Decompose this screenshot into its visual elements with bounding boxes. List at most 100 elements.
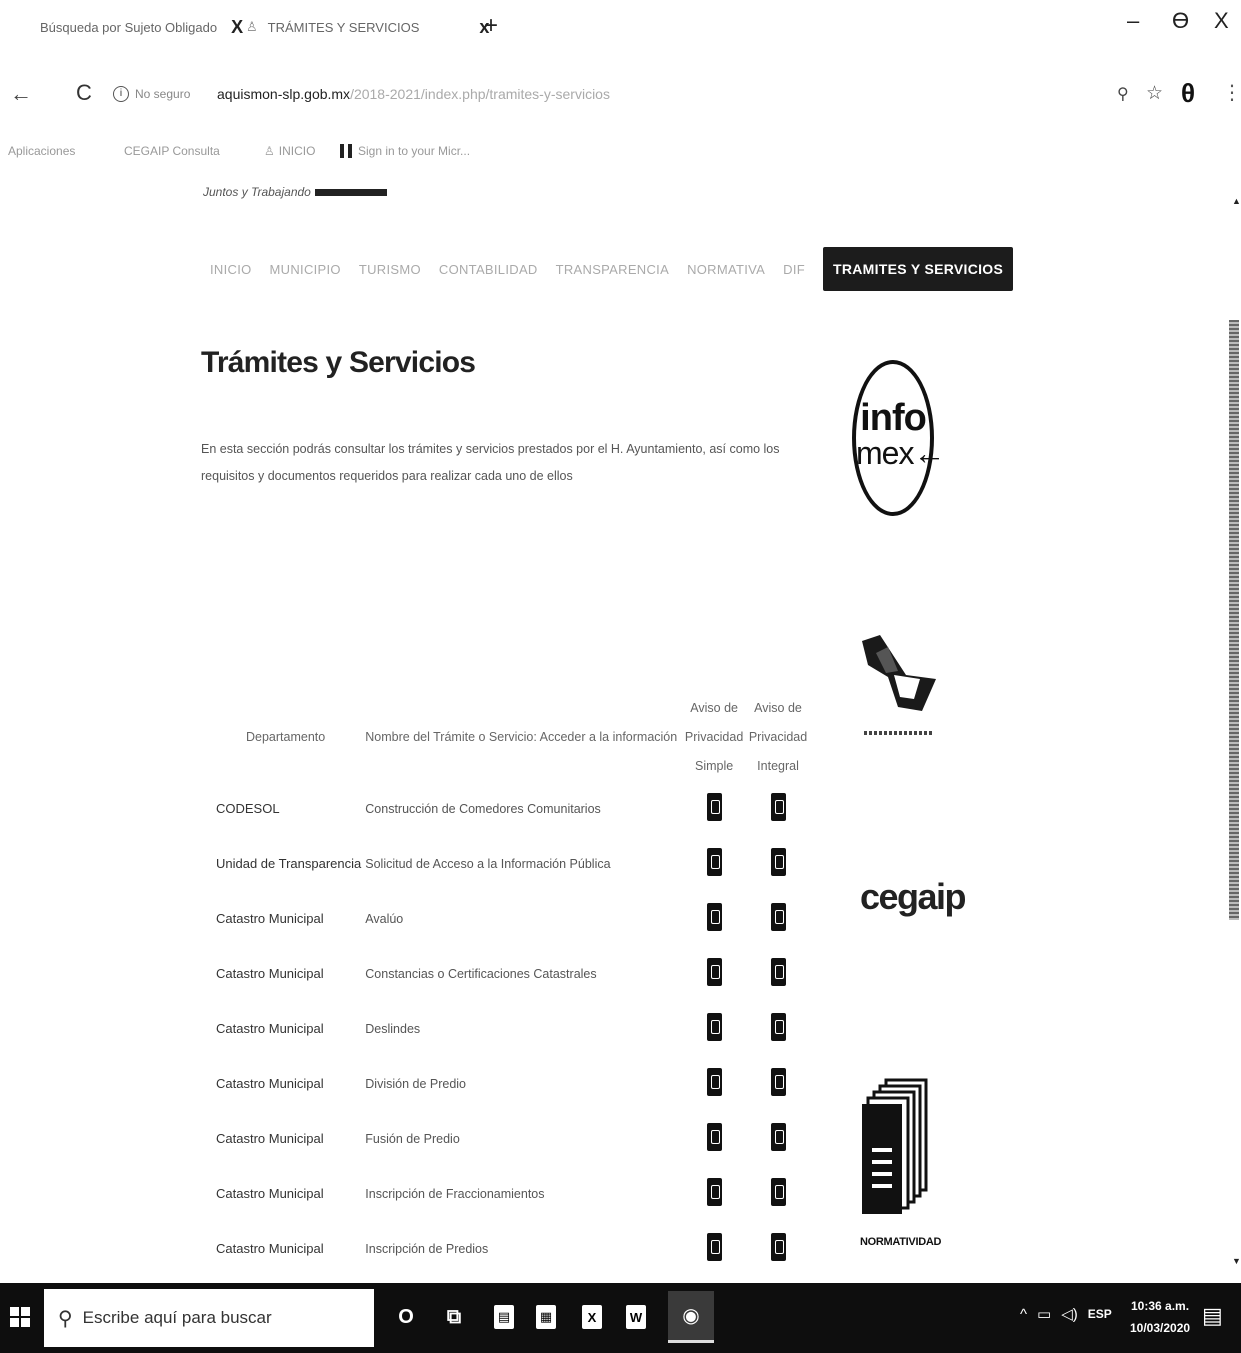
tray-chevron-icon[interactable]: ^: [1020, 1306, 1027, 1323]
cell-tramite-link[interactable]: Construcción de Comedores Comunitarios: [361, 781, 682, 836]
chrome-icon[interactable]: ◉: [668, 1291, 714, 1343]
cell-tramite-link[interactable]: Avalúo: [361, 891, 682, 946]
pdf-document-icon[interactable]: [706, 1013, 722, 1041]
cortana-icon[interactable]: O: [392, 1303, 420, 1331]
pdf-document-icon[interactable]: [770, 1123, 786, 1151]
nav-item-municipio[interactable]: MUNICIPIO: [270, 262, 341, 277]
cegaip-logo[interactable]: cegaip: [860, 876, 967, 918]
header-name: Nombre del Trámite o Servicio: Acceder a…: [365, 730, 678, 744]
table-row: Catastro Municipal Inscripción de Predios: [210, 1221, 810, 1276]
pdf-document-icon[interactable]: [706, 793, 722, 821]
cell-department: Unidad de Transparencia: [216, 856, 362, 871]
windows-start-icon[interactable]: [10, 1307, 30, 1327]
pdf-document-icon[interactable]: [770, 1178, 786, 1206]
file-explorer-icon[interactable]: ▤: [490, 1303, 518, 1331]
tile: ▦: [536, 1305, 556, 1329]
url-field[interactable]: aquismon-slp.gob.mx/2018-2021/index.php/…: [217, 86, 610, 102]
bookmark-apps[interactable]: Aplicaciones: [8, 144, 75, 158]
reload-icon[interactable]: C: [76, 80, 92, 106]
tab-busqueda[interactable]: Búsqueda por Sujeto Obligado X: [40, 14, 245, 40]
network-icon[interactable]: ▭: [1037, 1305, 1051, 1323]
cell-tramite-link[interactable]: Inscripción de Predios: [361, 1221, 682, 1276]
normatividad-label: NORMATIVIDAD: [860, 1236, 942, 1248]
zoom-icon[interactable]: ⚲: [1117, 84, 1129, 104]
star-icon[interactable]: ☆: [1146, 82, 1163, 105]
bookmark-microsoft[interactable]: Sign in to your Micr...: [340, 144, 470, 158]
pdf-document-icon[interactable]: [770, 848, 786, 876]
nav-item-turismo[interactable]: TURISMO: [359, 262, 421, 277]
pdf-document-icon[interactable]: [706, 1233, 722, 1261]
profile-icon[interactable]: θ: [1181, 78, 1195, 109]
pdf-document-icon[interactable]: [770, 1013, 786, 1041]
excel-icon[interactable]: X: [578, 1303, 606, 1331]
bookmark-inicio[interactable]: ♙ INICIO: [264, 144, 315, 158]
nav-item-dif[interactable]: DIF: [783, 262, 805, 277]
maximize-button[interactable]: Ɵ: [1172, 8, 1189, 34]
cell-aviso-simple: [682, 781, 746, 836]
bookmark-cegaip[interactable]: CEGAIP Consulta: [124, 144, 220, 158]
scroll-down-arrow-icon[interactable]: ▼: [1232, 1256, 1241, 1266]
site-logo[interactable]: Juntos y Trabajando: [203, 185, 387, 199]
cell-department: Catastro Municipal: [216, 1076, 324, 1091]
nav-item-normativa[interactable]: NORMATIVA: [687, 262, 765, 277]
pdf-document-icon[interactable]: [706, 1068, 722, 1096]
cell-department: Catastro Municipal: [216, 1021, 324, 1036]
scrollbar-thumb[interactable]: [1229, 320, 1239, 920]
pdf-document-icon[interactable]: [706, 958, 722, 986]
cell-tramite-link[interactable]: Deslindes: [361, 1001, 682, 1056]
pdf-document-icon[interactable]: [706, 1123, 722, 1151]
calculator-icon[interactable]: ▦: [532, 1303, 560, 1331]
normatividad-logo[interactable]: NORMATIVIDAD: [858, 1078, 948, 1258]
new-tab-button[interactable]: +: [484, 12, 498, 40]
clock-time: 10:36 a.m.: [1131, 1299, 1190, 1313]
close-tab-icon[interactable]: X: [231, 17, 243, 38]
volume-icon[interactable]: ◁): [1061, 1305, 1078, 1323]
language-indicator[interactable]: ESP: [1088, 1307, 1112, 1321]
back-arrow-icon[interactable]: ←: [10, 81, 32, 107]
transparencia-logo[interactable]: [858, 635, 942, 745]
taskbar-search-box[interactable]: ⚲ Escribe aquí para buscar: [44, 1289, 374, 1347]
cell-aviso-integral: [746, 836, 810, 891]
cell-aviso-simple: [682, 836, 746, 891]
nav-item-inicio[interactable]: INICIO: [210, 262, 252, 277]
nav-item-contabilidad[interactable]: CONTABILIDAD: [439, 262, 538, 277]
pdf-document-icon[interactable]: [770, 1068, 786, 1096]
tab-tramites[interactable]: ♙ TRÁMITES Y SERVICIOS x: [246, 14, 489, 40]
pdf-document-icon[interactable]: [706, 903, 722, 931]
search-icon: ⚲: [58, 1307, 73, 1330]
cell-aviso-simple: [682, 1001, 746, 1056]
browser-tab-bar: Búsqueda por Sujeto Obligado X ♙ TRÁMITE…: [0, 0, 1241, 56]
minimize-button[interactable]: –: [1127, 8, 1139, 34]
cell-tramite-link[interactable]: Constancias o Certificaciones Catastrale…: [361, 946, 682, 1001]
task-view-icon[interactable]: ⧉: [440, 1303, 468, 1331]
pdf-document-icon[interactable]: [770, 903, 786, 931]
cell-tramite-link[interactable]: División de Predio: [361, 1056, 682, 1111]
nav-item-transparencia[interactable]: TRANSPARENCIA: [556, 262, 669, 277]
kebab-menu-icon[interactable]: ⋮: [1222, 80, 1241, 105]
cell-tramite-link[interactable]: Fusión de Predio: [361, 1111, 682, 1166]
site-logo-text: Juntos y Trabajando: [203, 185, 311, 199]
pdf-document-icon[interactable]: [770, 958, 786, 986]
word-icon[interactable]: W: [622, 1303, 650, 1331]
site-info[interactable]: i No seguro: [113, 86, 190, 102]
tab-title: Búsqueda por Sujeto Obligado: [40, 19, 218, 35]
clock-date: 10/03/2020: [1130, 1321, 1191, 1335]
nav-item-tramites-active[interactable]: TRAMITES Y SERVICIOS: [822, 247, 1014, 291]
infomex-logo[interactable]: info mex←: [852, 360, 945, 516]
microsoft-icon: [340, 144, 352, 158]
cell-aviso-simple: [682, 946, 746, 1001]
cell-aviso-simple: [682, 1221, 746, 1276]
pdf-document-icon[interactable]: [770, 1233, 786, 1261]
table-row: Catastro Municipal Inscripción de Fraccio…: [210, 1166, 810, 1221]
cell-department: CODESOL: [216, 801, 280, 816]
close-window-button[interactable]: X: [1214, 8, 1229, 34]
scroll-up-arrow-icon[interactable]: ▲: [1232, 196, 1241, 206]
pdf-document-icon[interactable]: [706, 1178, 722, 1206]
cell-tramite-link[interactable]: Inscripción de Fraccionamientos: [361, 1166, 682, 1221]
pdf-document-icon[interactable]: [706, 848, 722, 876]
taskbar-clock[interactable]: 10:36 a.m. 10/03/2020: [1130, 1295, 1190, 1339]
transparencia-mark-icon: [862, 635, 936, 711]
notification-center-icon[interactable]: ▤: [1202, 1303, 1223, 1329]
pdf-document-icon[interactable]: [770, 793, 786, 821]
cell-tramite-link[interactable]: Solicitud de Acceso a la Información Púb…: [361, 836, 682, 891]
